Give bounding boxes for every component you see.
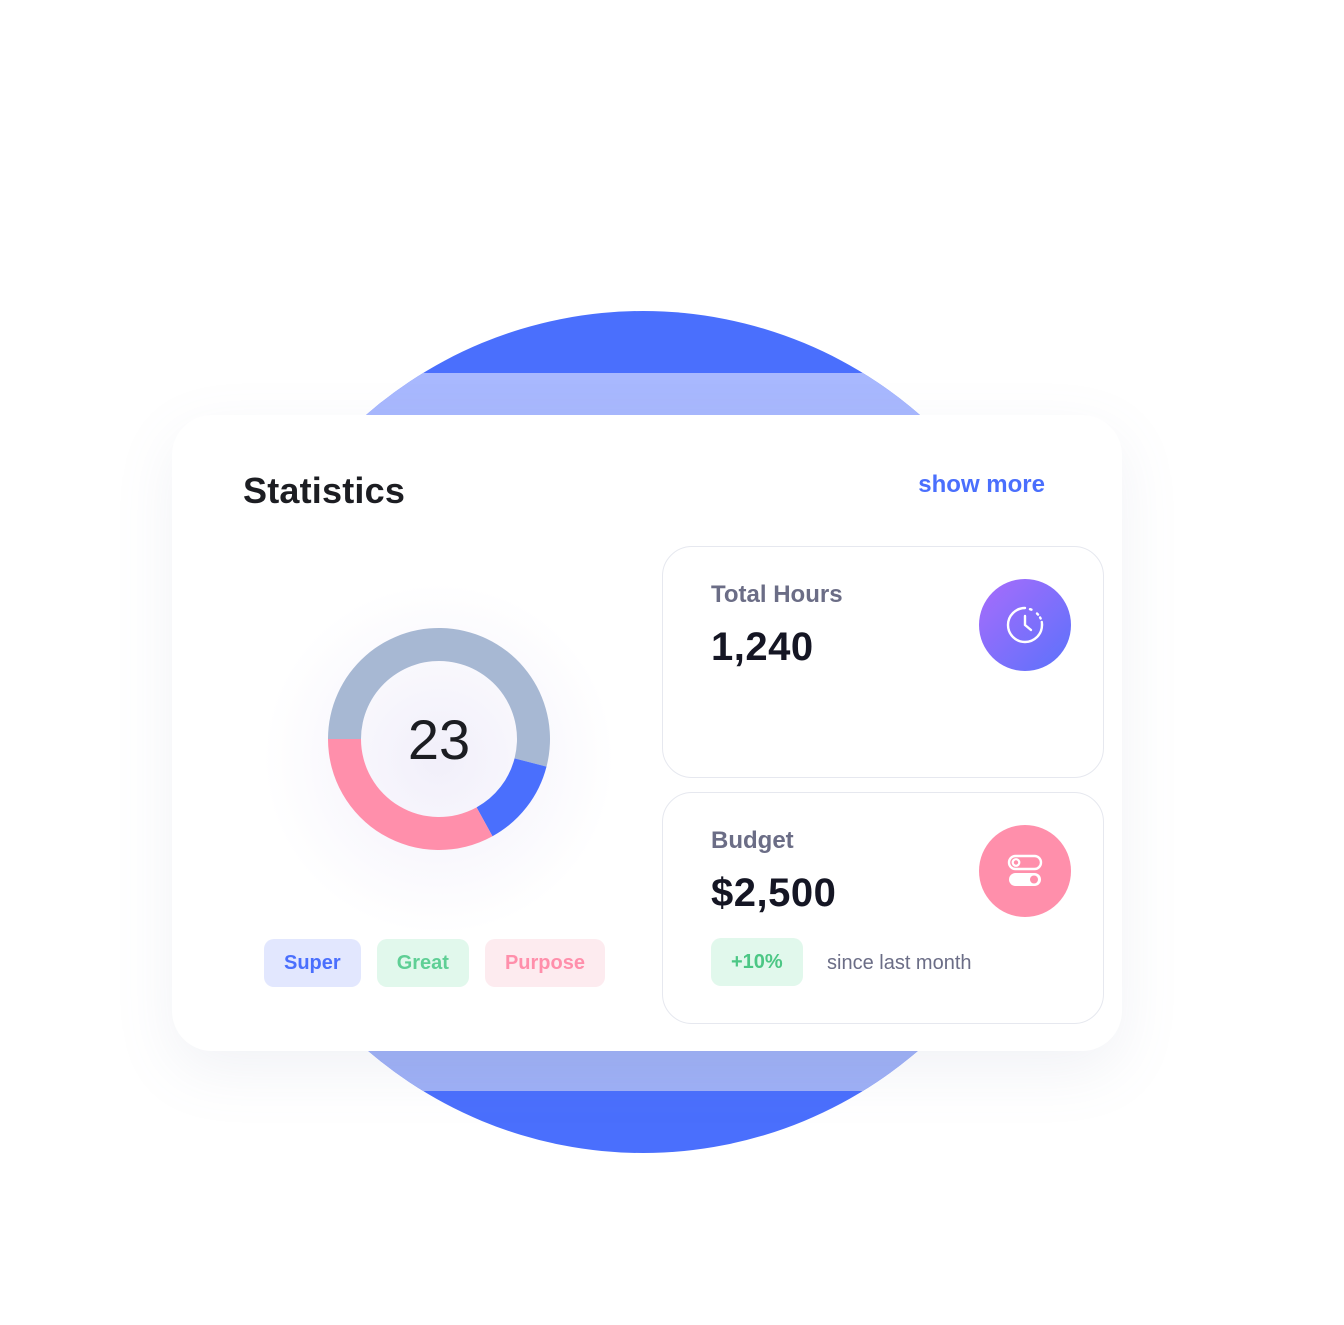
statistics-card: Statistics show more 23 Super Great Purp… <box>172 415 1122 1051</box>
clock-icon <box>979 579 1071 671</box>
stage: Statistics show more 23 Super Great Purp… <box>0 0 1344 1325</box>
total-hours-label: Total Hours <box>711 581 843 608</box>
legend-chip-super[interactable]: Super <box>264 939 361 987</box>
statistics-title: Statistics <box>243 470 406 511</box>
show-more-link[interactable]: show more <box>918 471 1045 499</box>
donut-center-value: 23 <box>407 707 471 771</box>
legend-chip-purpose[interactable]: Purpose <box>484 939 605 987</box>
background-band-bottom <box>222 1047 1064 1091</box>
background-band-top <box>222 373 1064 418</box>
budget-change-note: since last month <box>827 952 972 974</box>
budget-label: Budget <box>711 827 794 854</box>
budget-value: $2,500 <box>711 871 837 915</box>
toggle-icon <box>979 825 1071 917</box>
donut-chart: 23 <box>248 568 630 950</box>
legend: Super Great Purpose <box>264 939 605 987</box>
total-hours-card[interactable]: Total Hours 1,240 <box>662 546 1104 778</box>
total-hours-value: 1,240 <box>711 625 814 669</box>
legend-chip-great[interactable]: Great <box>376 939 469 987</box>
budget-card[interactable]: Budget $2,500 +10% since last month <box>662 792 1104 1024</box>
budget-change-badge: +10% <box>711 938 803 986</box>
